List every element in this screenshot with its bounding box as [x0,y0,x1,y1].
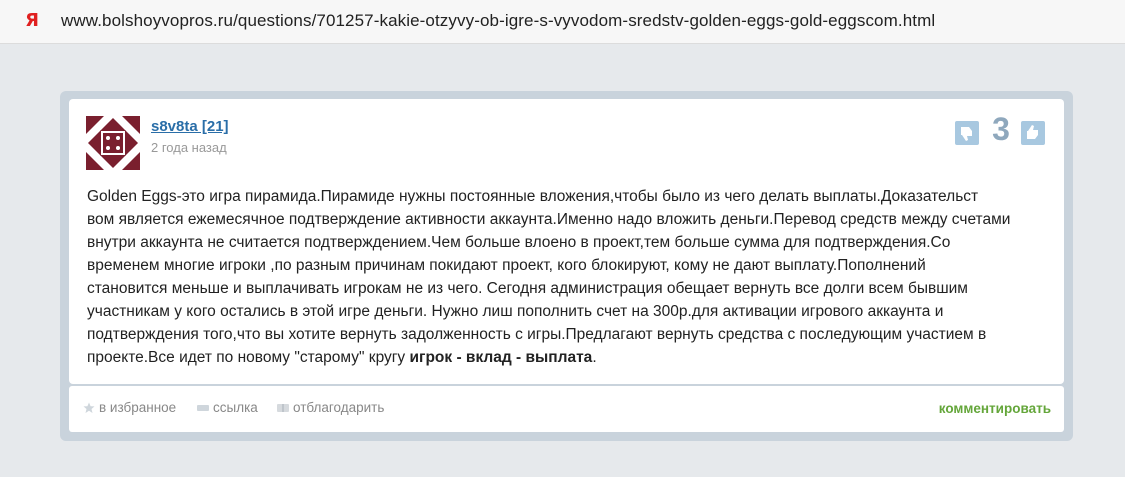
comment-button[interactable]: комментировать [939,401,1051,416]
thank-button[interactable]: отблагодарить [277,400,384,415]
answer-line: внутри аккаунта не считается подтвержден… [87,234,951,251]
thumbs-up-icon [1027,125,1038,139]
url-text[interactable]: www.bolshoyvopros.ru/questions/701257-ka… [61,11,935,31]
thank-label: отблагодарить [293,400,385,415]
username-link[interactable]: s8v8ta [21] [151,118,229,135]
answer-line: временем многие игроки ,по разным причин… [87,257,926,274]
answer-line: подтверждения того,что вы хотите вернуть… [87,326,987,343]
answer-text-segment: проекте.Все идет по новому "старому" кру… [87,349,410,366]
vote-count: 3 [992,111,1010,147]
answer-line-last: проекте.Все идет по новому "старому" кру… [87,346,1047,369]
answer-body: Golden Eggs-это игра пирамида.Пирамиде н… [87,185,1047,369]
user-avatar[interactable] [86,116,140,170]
vote-down-button[interactable] [955,121,979,145]
favorite-label: в избранное [99,400,177,415]
yandex-icon: Я [25,10,39,31]
answer-line: Golden Eggs-это игра пирамида.Пирамиде н… [87,188,979,205]
address-bar[interactable]: Я www.bolshoyvopros.ru/questions/701257-… [0,0,1125,44]
vote-up-button[interactable] [1021,121,1045,145]
link-button[interactable]: ссылка [197,400,258,415]
gift-icon [277,404,289,413]
answer-line: вом является ежемесячное подтверждение а… [87,211,1011,228]
answer-line: становится меньше и выплачивать игрокам … [87,280,968,297]
favorite-button[interactable]: в избранное [83,400,176,415]
answer-text-segment: . [592,349,597,366]
star-icon [83,402,95,414]
link-label: ссылка [213,400,258,415]
answer-line: участникам у кого остались в этой игре д… [87,303,944,320]
thumbs-down-icon [961,127,972,141]
link-icon [197,405,209,412]
answer-time: 2 года назад [151,140,227,155]
answer-highlight: игрок - вклад - выплата [409,349,593,366]
